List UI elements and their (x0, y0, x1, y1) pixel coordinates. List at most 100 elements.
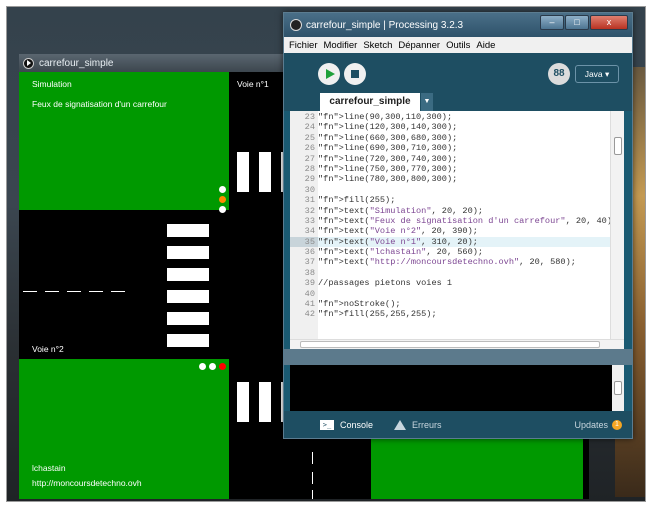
editor-scroll-thumb[interactable] (614, 137, 622, 155)
run-button[interactable] (318, 63, 340, 85)
line-number: 33 (304, 215, 315, 226)
line-number: 37 (304, 257, 315, 268)
console-output[interactable] (290, 365, 624, 411)
menu-sketch[interactable]: Sketch (360, 40, 395, 51)
code-text: "fn">text("Simulation", 20, 20); (318, 205, 484, 216)
code-line[interactable]: 37 "fn">text("http://moncoursdetechno.ovh… (290, 257, 610, 267)
line-number: 35 (290, 236, 318, 248)
window-controls: – □ x (540, 15, 628, 30)
code-lines: 23 "fn">line(90,300,110,300); 24 "fn">line(… (290, 112, 617, 320)
canvas-url: http://moncoursdetechno.ovh (32, 478, 142, 488)
line-number: 29 (304, 174, 315, 185)
code-line[interactable]: 39//passages pietons voies 1 (290, 278, 610, 288)
code-text: "fn">line(660,300,680,300); (318, 132, 458, 143)
minimize-button[interactable]: – (540, 15, 564, 30)
editor-horizontal-scrollbar[interactable] (290, 339, 624, 349)
console-scrollbar[interactable] (612, 365, 624, 411)
line-number: 27 (304, 153, 315, 164)
tab-carrefour-simple[interactable]: carrefour_simple (320, 93, 420, 111)
menu-outils[interactable]: Outils (443, 40, 473, 51)
menu-depanner[interactable]: Dépanner (395, 40, 443, 51)
processing-app-icon (290, 19, 302, 31)
line-number: 40 (304, 288, 315, 299)
code-text: "fn">text("Feux de signatisation d'un ca… (318, 215, 618, 226)
code-line[interactable]: 28 "fn">line(750,300,770,300); (290, 164, 610, 174)
errors-tab[interactable]: Erreurs (394, 416, 442, 434)
code-text: "fn">line(690,300,710,300); (318, 143, 458, 154)
canvas-author: lchastain (32, 463, 66, 473)
traffic-light-voie1-orange (219, 196, 226, 203)
code-text: "fn">fill(255,255,255); (318, 309, 437, 320)
console-tab-label: Console (340, 420, 374, 430)
road-dash (89, 291, 103, 292)
code-line[interactable]: 27 "fn">line(720,300,740,300); (290, 154, 610, 164)
line-number: 41 (304, 299, 315, 310)
code-text: "fn">line(750,300,770,300); (318, 163, 458, 174)
line-number: 34 (304, 226, 315, 237)
code-text: //passages pietons voies 1 (318, 278, 453, 289)
updates-indicator[interactable]: Updates 1 (574, 416, 622, 434)
code-line[interactable]: 38 (290, 268, 610, 278)
canvas-label-voie2: Voie n°2 (32, 344, 64, 354)
mode-selector-button[interactable]: Java ▾ (575, 65, 619, 83)
code-text: "fn">fill(255); (318, 195, 396, 206)
code-line[interactable]: 40 (290, 289, 610, 299)
code-text: "fn">line(90,300,110,300); (318, 112, 453, 122)
road-dash (23, 291, 37, 292)
editor-hscroll-thumb[interactable] (300, 341, 600, 348)
menu-modifier[interactable]: Modifier (321, 40, 361, 51)
road-dash (111, 291, 125, 292)
sketch-window-title: carrefour_simple (39, 57, 114, 69)
code-line[interactable]: 29 "fn">line(780,300,800,300); (290, 174, 610, 184)
crosswalk-stripe (167, 268, 209, 281)
code-line[interactable]: 24 "fn">line(120,300,140,300); (290, 122, 610, 132)
menu-bar: Fichier Modifier Sketch Dépanner Outils … (284, 37, 632, 53)
stop-button[interactable] (344, 63, 366, 85)
crosswalk-stripe (167, 334, 209, 347)
code-text: "fn">text("http://moncoursdetechno.ovh",… (318, 257, 576, 268)
code-line[interactable]: 33 "fn">text("Feux de signatisation d'un … (290, 215, 617, 226)
corner-zone-top-left (19, 72, 229, 210)
code-line[interactable]: 25 "fn">line(660,300,680,300); (290, 133, 610, 143)
console-scroll-thumb[interactable] (614, 381, 622, 395)
line-number: 24 (304, 122, 315, 133)
code-line[interactable]: 31 "fn">fill(255); (290, 195, 610, 205)
console-tab[interactable]: >_ Console (320, 416, 373, 434)
editor-vertical-scrollbar[interactable] (610, 111, 624, 341)
code-line[interactable]: 26 "fn">line(690,300,710,300); (290, 143, 610, 153)
code-line[interactable]: 34 "fn">text("Voie n°2", 20, 390); (290, 226, 610, 236)
code-line[interactable]: 30 (290, 185, 610, 195)
code-text: "fn">line(720,300,740,300); (318, 153, 458, 164)
line-number: 32 (304, 205, 315, 216)
debug-butterfly-icon[interactable]: 88 (548, 63, 570, 85)
code-line[interactable]: 42 "fn">fill(255,255,255); (290, 309, 610, 319)
canvas-title: Simulation (32, 79, 72, 89)
menu-fichier[interactable]: Fichier (286, 40, 321, 51)
traffic-light-voie2-orange (209, 363, 216, 370)
crosswalk-stripe (259, 152, 271, 192)
processing-ide-window: carrefour_simple | Processing 3.2.3 – □ … (283, 12, 633, 439)
crosswalk-stripe (167, 224, 209, 237)
ide-window-title: carrefour_simple | Processing 3.2.3 (306, 19, 464, 31)
code-line[interactable]: 35 "fn">text("Voie n°1", 310, 20); (290, 236, 610, 248)
crosswalk-stripe (237, 382, 249, 422)
code-line[interactable]: 23 "fn">line(90,300,110,300); (290, 112, 610, 122)
road-dash (45, 291, 59, 292)
line-number: 39 (304, 278, 315, 289)
crosswalk-stripe (259, 382, 271, 422)
code-text: "fn">line(120,300,140,300); (318, 122, 458, 133)
road-dash (312, 472, 313, 484)
tab-menu-arrow-icon[interactable]: ▼ (421, 93, 433, 111)
code-line[interactable]: 32 "fn">text("Simulation", 20, 20); (290, 206, 610, 216)
code-line[interactable]: 36 "fn">text("lchastain", 20, 560); (290, 247, 610, 257)
traffic-light-voie1-green (219, 186, 226, 193)
close-button[interactable]: x (590, 15, 628, 30)
menu-aide[interactable]: Aide (473, 40, 498, 51)
code-line[interactable]: 41 "fn">noStroke(); (290, 299, 610, 309)
road-dash (312, 452, 313, 464)
ide-toolbar: 88 Java ▾ (284, 53, 632, 89)
code-editor[interactable]: 23 "fn">line(90,300,110,300); 24 "fn">line(… (290, 111, 624, 349)
maximize-button[interactable]: □ (565, 15, 589, 30)
line-number: 28 (304, 163, 315, 174)
ide-title-bar[interactable]: carrefour_simple | Processing 3.2.3 – □ … (284, 13, 632, 37)
